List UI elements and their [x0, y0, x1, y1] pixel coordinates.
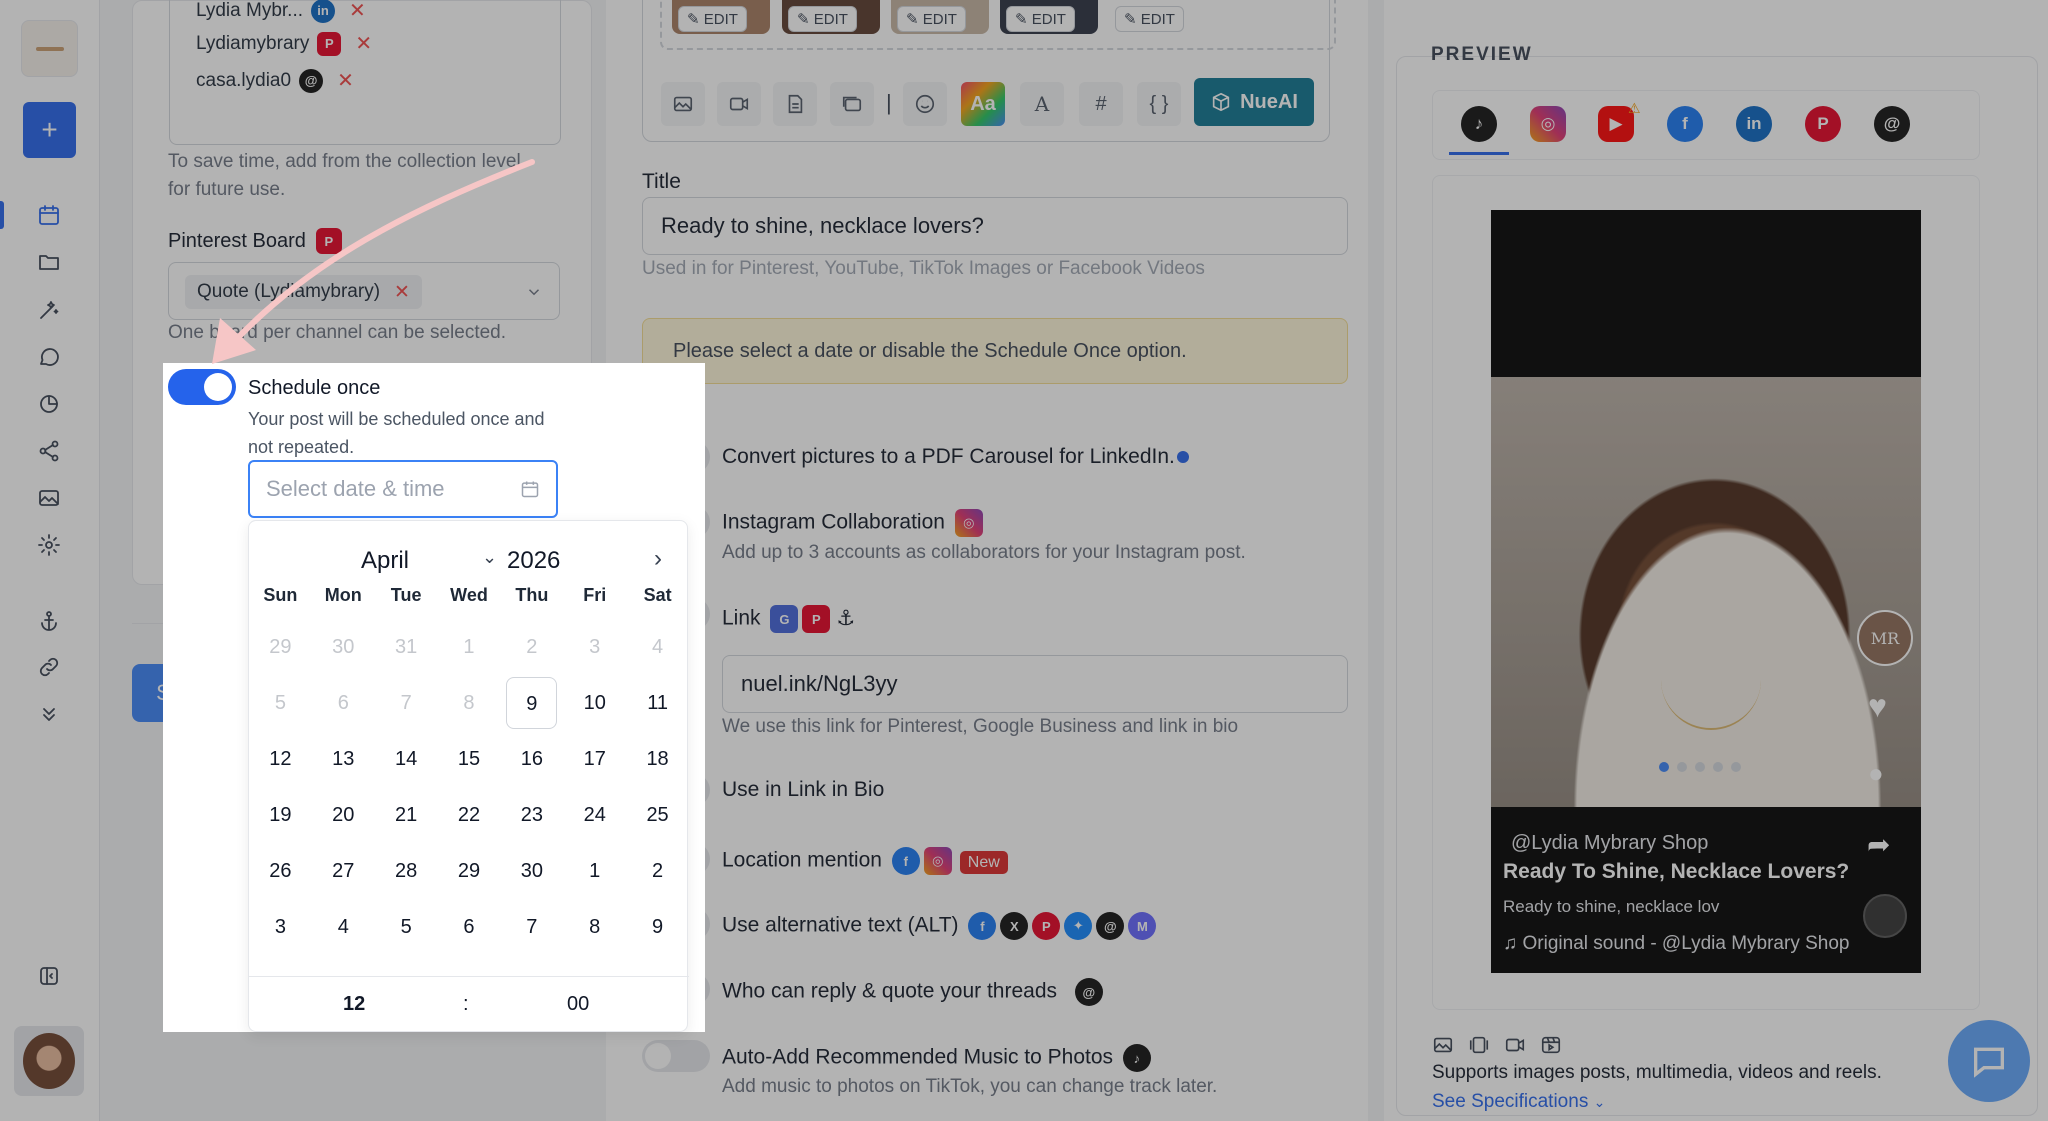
day-cell: 5: [274, 692, 286, 714]
day-cell[interactable]: 30: [500, 843, 563, 899]
day-cell[interactable]: 17: [563, 731, 626, 787]
weekday-label: Wed: [450, 585, 488, 605]
day-cell: 7: [400, 692, 412, 714]
day-cell[interactable]: 15: [438, 731, 501, 787]
chevron-down-icon: ⌄: [482, 547, 498, 567]
day-cell: 30: [332, 636, 355, 658]
day-cell: 8: [463, 692, 475, 714]
time-separator: :: [463, 993, 469, 1015]
calendar-icon: [521, 481, 539, 498]
schedule-once-label: Schedule once: [248, 377, 381, 399]
day-cell[interactable]: 10: [563, 675, 626, 731]
next-month-button[interactable]: ›: [654, 545, 662, 573]
day-cell[interactable]: 13: [312, 731, 375, 787]
day-cell[interactable]: 6: [438, 899, 501, 955]
day-cell: 3: [589, 636, 601, 658]
day-cell[interactable]: 4: [312, 899, 375, 955]
day-cell[interactable]: 24: [563, 787, 626, 843]
day-cell[interactable]: 3: [249, 899, 312, 955]
day-cell: 4: [652, 636, 664, 658]
day-cell[interactable]: 2: [626, 843, 689, 899]
day-cell[interactable]: 19: [249, 787, 312, 843]
day-cell[interactable]: 18: [626, 731, 689, 787]
day-cell[interactable]: 22: [438, 787, 501, 843]
day-grid: 29 30 31 1 2 3 4 5 6 7 8 9 10 11 12 13 14 15 16 17 18 19 20 21 2…: [249, 619, 689, 955]
weekday-label: Thu: [515, 585, 549, 605]
day-cell[interactable]: 21: [375, 787, 438, 843]
day-cell: 29: [269, 636, 292, 658]
day-cell[interactable]: 25: [626, 787, 689, 843]
year-input[interactable]: 2026: [507, 547, 560, 575]
day-cell[interactable]: 9: [626, 899, 689, 955]
weekday-label: Mon: [324, 585, 362, 605]
hour-input[interactable]: 12: [343, 993, 365, 1016]
weekday-header: Sun Mon Tue Wed Thu Fri Sat: [249, 575, 689, 615]
time-divider: [249, 976, 689, 977]
day-cell[interactable]: 5: [375, 899, 438, 955]
day-cell[interactable]: 11: [626, 675, 689, 731]
day-cell[interactable]: 27: [312, 843, 375, 899]
day-cell[interactable]: 7: [500, 899, 563, 955]
minute-input[interactable]: 00: [567, 993, 589, 1016]
day-cell[interactable]: 23: [500, 787, 563, 843]
month-select[interactable]: April: [361, 547, 409, 575]
schedule-once-help: Your post will be scheduled once and not…: [248, 409, 545, 457]
day-cell[interactable]: 14: [375, 731, 438, 787]
day-cell[interactable]: 26: [249, 843, 312, 899]
schedule-highlight: Schedule once Your post will be schedule…: [163, 363, 705, 1032]
tour-arrow-icon: [212, 159, 535, 364]
day-cell: 1: [463, 636, 475, 658]
day-cell[interactable]: 8: [563, 899, 626, 955]
day-cell[interactable]: 1: [563, 843, 626, 899]
day-cell[interactable]: 16: [500, 731, 563, 787]
day-cell: 2: [526, 636, 538, 658]
weekday-label: Sun: [263, 585, 298, 605]
day-cell: 31: [395, 636, 418, 658]
weekday-label: Fri: [583, 585, 607, 605]
date-picker: April ⌄ 2026 › Sun Mon Tue Wed Thu Fri Sat 29 3…: [248, 520, 689, 1032]
day-cell[interactable]: 12: [249, 731, 312, 787]
schedule-once-toggle[interactable]: [168, 369, 236, 405]
day-cell[interactable]: 20: [312, 787, 375, 843]
day-cell[interactable]: 28: [375, 843, 438, 899]
day-cell: 6: [337, 692, 349, 714]
weekday-label: Tue: [390, 585, 422, 605]
day-cell[interactable]: 29: [438, 843, 501, 899]
weekday-label: Sat: [643, 585, 672, 605]
day-cell[interactable]: 9: [506, 677, 558, 729]
date-time-input[interactable]: Select date & time: [248, 460, 558, 518]
